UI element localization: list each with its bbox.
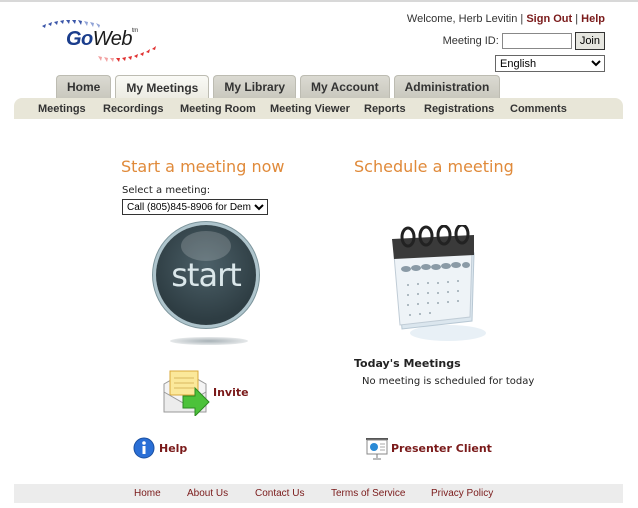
tab-my-meetings[interactable]: My Meetings [115,75,210,99]
help-link[interactable]: Help [581,13,605,25]
start-button-shadow [170,337,248,345]
meeting-id-label: Meeting ID: [442,35,499,47]
sub-navigation: Meetings Recordings Meeting Room Meeting… [14,98,623,119]
presenter-screen-icon[interactable] [365,436,389,460]
tab-home[interactable]: Home [56,75,112,98]
footer-nav: Home About Us Contact Us Terms of Servic… [14,484,623,503]
presenter-client-link[interactable]: Presenter Client [391,442,492,455]
logo-go: Go [66,28,93,50]
select-meeting-label: Select a meeting: [122,185,211,196]
subnav-reports[interactable]: Reports [364,103,406,115]
info-icon[interactable] [133,437,155,459]
footer-contact-link[interactable]: Contact Us [255,488,304,499]
goweb-logo[interactable]: GoWebtm [40,16,165,64]
footer-home-link[interactable]: Home [134,488,161,499]
logo-web: Web [92,28,133,50]
start-meeting-title: Start a meeting now [121,157,285,176]
schedule-meeting-title: Schedule a meeting [354,157,514,176]
subnav-comments[interactable]: Comments [510,103,567,115]
main-tabs: Home My Meetings My Library My Account A… [56,75,501,99]
footer-privacy-link[interactable]: Privacy Policy [431,488,493,499]
language-select[interactable]: English [495,55,605,72]
top-strip [0,0,638,2]
separator: | [575,13,579,25]
subnav-meetings[interactable]: Meetings [38,103,86,115]
tab-my-library[interactable]: My Library [213,75,297,98]
subnav-recordings[interactable]: Recordings [103,103,164,115]
logo-text: GoWebtm [66,28,138,51]
sign-out-link[interactable]: Sign Out [526,13,572,25]
logo-trademark: tm [132,28,138,34]
header-user-panel: Welcome, Herb Levitin | Sign Out | Help … [407,13,605,72]
tab-my-account[interactable]: My Account [300,75,390,98]
footer-terms-link[interactable]: Terms of Service [331,488,405,499]
subnav-registrations[interactable]: Registrations [424,103,494,115]
subnav-meeting-room[interactable]: Meeting Room [180,103,256,115]
footer-about-link[interactable]: About Us [187,488,228,499]
invite-envelope-icon[interactable] [161,368,211,416]
join-button[interactable]: Join [574,32,605,50]
invite-link[interactable]: Invite [213,386,249,399]
todays-meetings-title: Today's Meetings [354,357,461,370]
subnav-meeting-viewer[interactable]: Meeting Viewer [270,103,350,115]
meeting-select[interactable]: Call (805)845-8906 for Demo [122,199,268,215]
separator: | [520,13,524,25]
tab-administration[interactable]: Administration [393,75,501,98]
start-button-label: start [171,256,242,294]
help-bottom-link[interactable]: Help [159,442,187,455]
start-meeting-button[interactable]: start [156,225,256,325]
calendar-icon[interactable] [388,225,488,345]
meeting-id-input[interactable] [501,33,572,49]
todays-meetings-empty: No meeting is scheduled for today [362,376,535,387]
welcome-text: Welcome, Herb Levitin [406,13,518,25]
